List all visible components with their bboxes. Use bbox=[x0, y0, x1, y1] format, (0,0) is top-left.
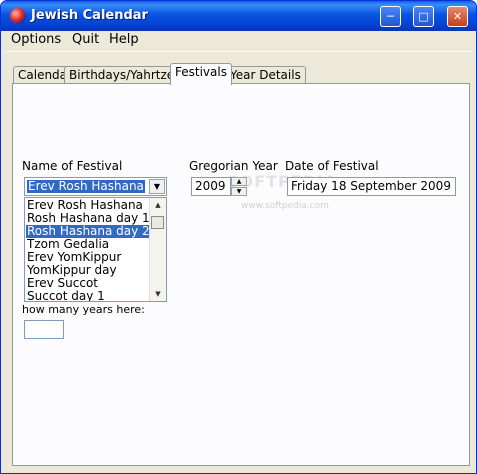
maximize-button[interactable]: □ bbox=[413, 6, 434, 27]
festival-date-field[interactable]: Friday 18 September 2009 bbox=[287, 177, 456, 196]
festival-name-label: Name of Festival bbox=[22, 159, 123, 173]
listbox-scrollbar[interactable]: ▲ ▼ bbox=[149, 198, 166, 301]
festival-combobox[interactable]: Erev Rosh Hashana ▼ bbox=[24, 177, 167, 196]
festivals-panel: SOFTPEDIA www.softpedia.com Name of Fest… bbox=[12, 83, 470, 466]
menu-bar: Options Quit Help bbox=[5, 31, 472, 50]
scroll-up-icon[interactable]: ▲ bbox=[150, 198, 166, 212]
tab-year-details[interactable]: Year Details bbox=[225, 66, 306, 84]
gregorian-year-label: Gregorian Year bbox=[189, 159, 278, 173]
menu-options[interactable]: Options bbox=[11, 32, 61, 47]
years-input[interactable] bbox=[24, 320, 64, 339]
watermark-url: www.softpedia.com bbox=[241, 201, 329, 211]
year-spinner: ▲ ▼ bbox=[231, 177, 247, 196]
app-window: Jewish Calendar ─ □ ✕ Options Quit Help … bbox=[0, 0, 477, 474]
client-area: Calendar Birthdays/Yahrtzeits Festivals … bbox=[5, 51, 472, 469]
spin-up-icon[interactable]: ▲ bbox=[231, 177, 247, 186]
close-button[interactable]: ✕ bbox=[447, 6, 468, 27]
chevron-down-icon[interactable]: ▼ bbox=[149, 179, 165, 194]
window-title: Jewish Calendar bbox=[31, 8, 148, 23]
menu-quit[interactable]: Quit bbox=[72, 32, 99, 47]
festival-date-label: Date of Festival bbox=[285, 159, 379, 173]
festival-listbox[interactable]: Erev Rosh Hashana Rosh Hashana day 1 Ros… bbox=[24, 197, 167, 302]
tab-festivals[interactable]: Festivals bbox=[170, 63, 232, 85]
app-icon bbox=[10, 8, 26, 24]
scroll-thumb[interactable] bbox=[151, 216, 164, 229]
years-label: how many years here: bbox=[22, 303, 145, 316]
spin-down-icon[interactable]: ▼ bbox=[231, 187, 247, 196]
scroll-down-icon[interactable]: ▼ bbox=[150, 287, 166, 301]
title-bar[interactable]: Jewish Calendar ─ □ ✕ bbox=[1, 1, 476, 31]
list-item[interactable]: Succot day 1 bbox=[26, 290, 151, 302]
gregorian-year-input[interactable]: 2009 bbox=[191, 177, 231, 196]
minimize-button[interactable]: ─ bbox=[380, 6, 401, 27]
festival-combobox-value: Erev Rosh Hashana bbox=[27, 179, 145, 193]
menu-help[interactable]: Help bbox=[109, 32, 139, 47]
